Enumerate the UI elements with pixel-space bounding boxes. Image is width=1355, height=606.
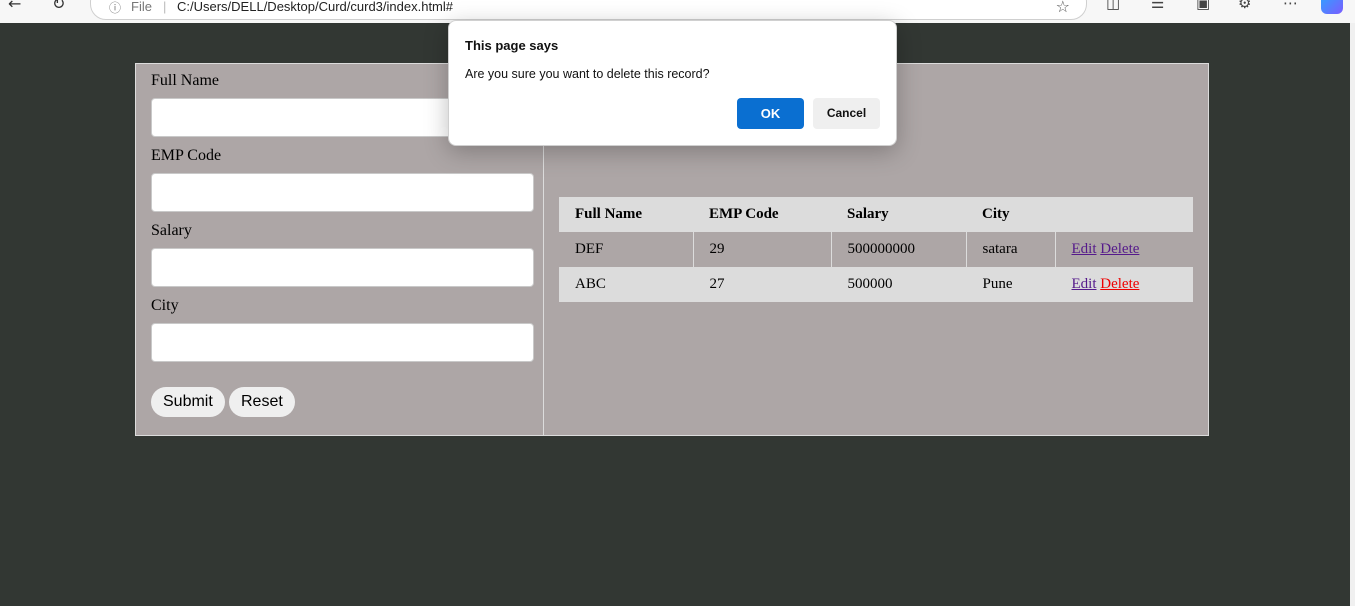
full-name-label: Full Name (151, 72, 219, 89)
submit-button[interactable]: Submit (151, 387, 225, 417)
extensions-icon[interactable]: ⚙ (1238, 0, 1251, 12)
emp-code-label: EMP Code (151, 147, 222, 164)
salary-input[interactable] (151, 248, 534, 287)
back-arrow-icon[interactable]: ← (8, 0, 21, 13)
ok-button[interactable]: OK (737, 98, 804, 129)
cell-city: satara (965, 232, 1055, 267)
favorites-list-icon[interactable]: ☰ (1151, 0, 1164, 12)
address-bar[interactable]: ⓘ File | C:/Users/DELL/Desktop/Curd/curd… (90, 0, 1087, 20)
salary-label: Salary (151, 222, 192, 239)
address-url[interactable]: C:/Users/DELL/Desktop/Curd/curd3/index.h… (177, 0, 453, 14)
cell-full-name: ABC (559, 267, 693, 302)
cell-actions: Edit Delete (1054, 267, 1193, 302)
header-emp-code: EMP Code (693, 197, 831, 232)
emp-code-input[interactable] (151, 173, 534, 212)
copilot-icon[interactable] (1321, 0, 1343, 14)
reset-button[interactable]: Reset (229, 387, 295, 417)
header-actions (1055, 197, 1193, 232)
split-screen-icon[interactable]: ◫ (1106, 0, 1120, 12)
cell-salary: 500000 (830, 267, 966, 302)
table-header-row: Full Name EMP Code Salary City (559, 197, 1193, 232)
info-icon[interactable]: ⓘ (109, 0, 121, 16)
cancel-button[interactable]: Cancel (813, 98, 880, 129)
more-options-icon[interactable]: ⋯ (1283, 0, 1298, 12)
delete-link[interactable]: Delete (1100, 276, 1139, 292)
table-row: ABC 27 500000 Pune Edit Delete (559, 267, 1193, 302)
city-input[interactable] (151, 323, 534, 362)
dialog-message: Are you sure you want to delete this rec… (465, 67, 710, 81)
confirm-dialog: This page says Are you sure you want to … (448, 20, 897, 146)
cell-full-name: DEF (559, 232, 693, 267)
address-separator: | (163, 0, 167, 14)
header-city: City (966, 197, 1055, 232)
address-prefix: File (131, 0, 152, 14)
edit-link[interactable]: Edit (1072, 241, 1097, 257)
cell-salary: 500000000 (830, 232, 966, 267)
dialog-title: This page says (465, 38, 559, 53)
employee-table: Full Name EMP Code Salary City DEF 29 50… (559, 197, 1193, 302)
favorite-star-icon[interactable]: ☆ (1056, 0, 1070, 16)
city-label: City (151, 297, 179, 314)
refresh-icon[interactable]: ↻ (52, 0, 65, 13)
cell-emp-code: 29 (692, 232, 831, 267)
edit-link[interactable]: Edit (1072, 276, 1097, 292)
header-salary: Salary (831, 197, 966, 232)
table-row: DEF 29 500000000 satara Edit Delete (559, 232, 1193, 267)
collections-icon[interactable]: ▣ (1196, 0, 1210, 12)
cell-city: Pune (965, 267, 1055, 302)
delete-link[interactable]: Delete (1100, 241, 1139, 257)
cell-actions: Edit Delete (1054, 232, 1193, 267)
scrollbar[interactable] (1350, 23, 1355, 606)
cell-emp-code: 27 (692, 267, 831, 302)
header-full-name: Full Name (559, 197, 693, 232)
